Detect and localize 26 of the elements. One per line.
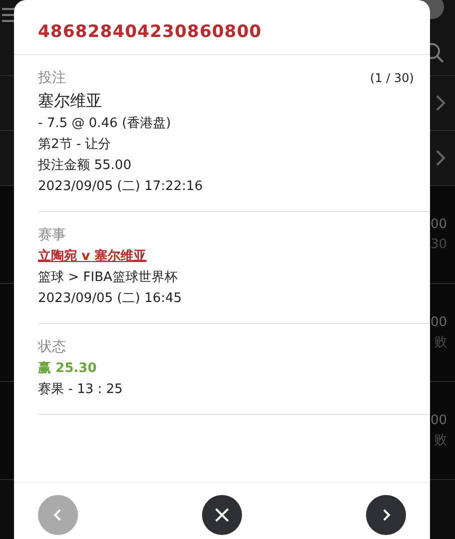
detail-text: 篮球 > FIBA篮球世界杯 [38,269,178,287]
section-label: 投注 [38,69,66,88]
section-label: 状态 [38,338,66,357]
amount-text: 00 [430,414,447,428]
bet-id: 486828404230860800 [14,0,430,55]
detail-text: 第2节 - 让分 [38,136,112,154]
result-status: 赢 25.30 [38,360,98,378]
page-counter: (1 / 30) [370,71,414,85]
match-link[interactable]: 立陶宛 v 塞尔维亚 [38,246,147,267]
amount-text: 00 [430,316,447,330]
amount-text: 败 [434,336,447,350]
amount-text: 败 [434,434,447,448]
chevron-right-icon[interactable] [435,149,447,167]
detail-text: 赛果 - 13 : 25 [38,381,124,399]
detail-text: 投注金额 55.00 [38,157,132,175]
detail-text: 2023/09/05 (二) 16:45 [38,290,183,308]
detail-text: 2023/09/05 (二) 17:22:16 [38,178,204,196]
chevron-right-icon[interactable] [435,94,447,112]
section-label: 赛事 [38,226,66,245]
selection-name: 塞尔维亚 [38,90,103,112]
close-icon [214,507,230,523]
close-button[interactable] [202,495,242,535]
amount-text: 00 [430,218,447,232]
amount-text: 30 [430,238,447,252]
next-button[interactable] [366,495,406,535]
detail-text: - 7.5 @ 0.46 (香港盘) [38,115,172,133]
